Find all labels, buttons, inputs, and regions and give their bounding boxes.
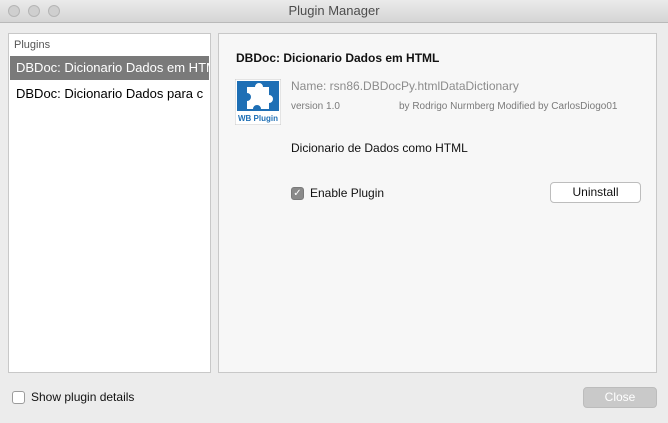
plugin-details-panel: DBDoc: Dicionario Dados em HTML WB Plugi…: [218, 33, 657, 373]
plugin-description: Dicionario de Dados como HTML: [291, 141, 468, 155]
plugin-name: Name: rsn86.DBDocPy.htmlDataDictionary: [291, 79, 519, 93]
show-details-label: Show plugin details: [31, 390, 135, 404]
show-details-checkbox[interactable]: [12, 390, 25, 404]
plugin-manager-window: Plugin Manager Plugins DBDoc: Dicionario…: [0, 0, 668, 423]
close-button[interactable]: Close: [583, 387, 657, 408]
enable-plugin-row[interactable]: ✓ Enable Plugin: [291, 186, 384, 200]
window-title: Plugin Manager: [288, 3, 380, 18]
plugin-list-panel: Plugins DBDoc: Dicionario Dados em HTML …: [8, 33, 211, 373]
enable-plugin-label: Enable Plugin: [310, 186, 385, 200]
plugin-list-item[interactable]: DBDoc: Dicionario Dados para c: [10, 82, 209, 106]
plugin-list-header: Plugins: [14, 39, 51, 51]
plugin-list-item[interactable]: DBDoc: Dicionario Dados em HTML: [10, 56, 209, 80]
logo-text: WB Plugin: [238, 114, 278, 123]
plugin-title: DBDoc: Dicionario Dados em HTML: [236, 51, 440, 65]
uninstall-button[interactable]: Uninstall: [550, 182, 641, 203]
title-bar: Plugin Manager: [0, 0, 668, 23]
wb-plugin-puzzle-icon: WB Plugin: [235, 79, 281, 125]
show-details-row[interactable]: Show plugin details: [12, 390, 134, 404]
enable-plugin-checkbox[interactable]: ✓: [291, 186, 304, 200]
plugin-author: by Rodrigo Nurmberg Modified by CarlosDi…: [399, 101, 618, 112]
plugin-version: version 1.0: [291, 101, 340, 112]
